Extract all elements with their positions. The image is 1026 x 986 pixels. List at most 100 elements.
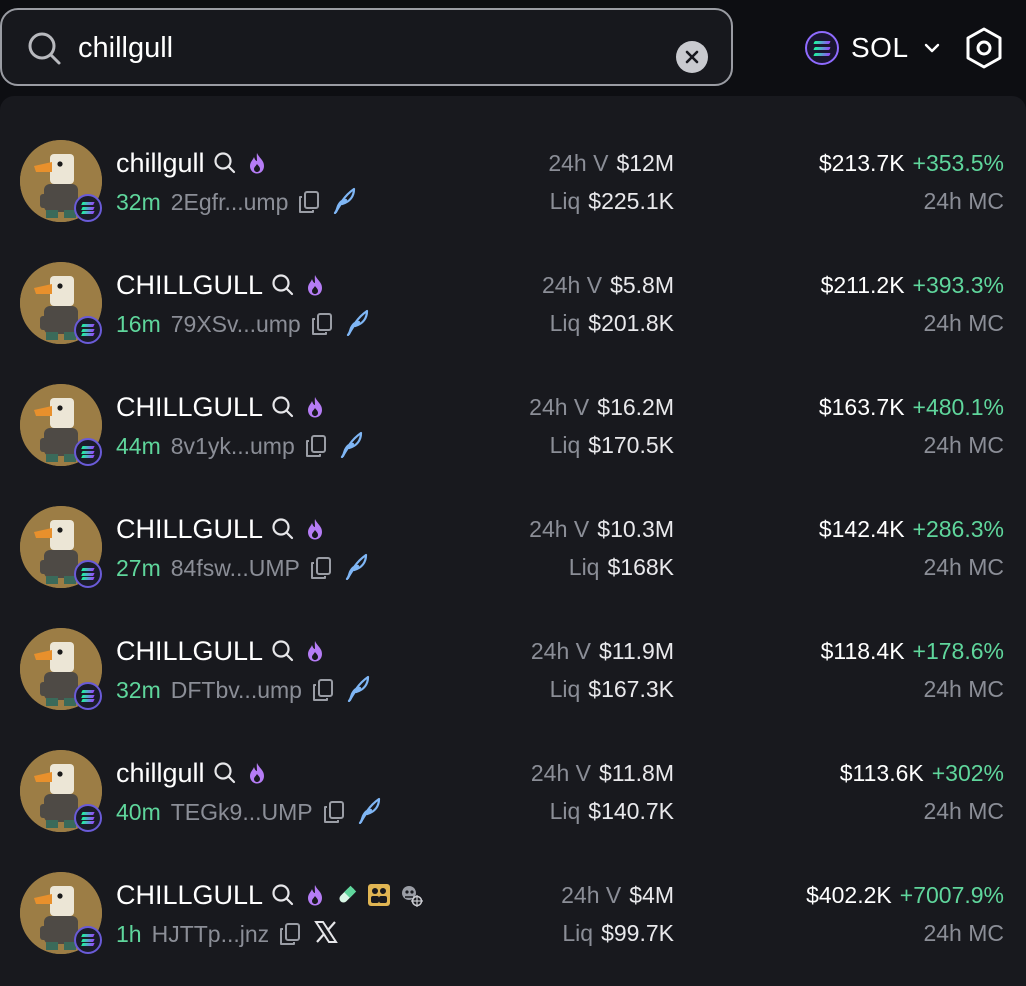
search-icon[interactable]: [271, 639, 295, 663]
solana-badge-icon: [74, 926, 102, 954]
market-cap-line: $118.4K +178.6%: [821, 636, 1004, 666]
social-link[interactable]: [327, 430, 365, 463]
result-row-1[interactable]: chillgull 32m 2Egfr...ump 24h V $12M Liq…: [0, 96, 1026, 222]
market-cap-line: $211.2K +393.3%: [821, 270, 1004, 300]
feather-icon[interactable]: [339, 430, 365, 458]
name-line: CHILLGULL: [116, 878, 424, 912]
result-row-2[interactable]: CHILLGULL 16m 79XSv...ump 24h V $5.8M Li…: [0, 218, 1026, 344]
chain-selector[interactable]: SOL: [805, 26, 941, 70]
search-icon[interactable]: [213, 151, 237, 175]
token-age: 16m: [116, 310, 161, 337]
market-cap-line: $163.7K +480.1%: [819, 392, 1004, 422]
feather-icon[interactable]: [345, 308, 371, 336]
token-age: 1h: [116, 920, 142, 947]
volume-line: 24h V $12M: [548, 148, 674, 178]
search-icon[interactable]: [271, 395, 295, 419]
chain-label: SOL: [851, 32, 909, 63]
result-row-6[interactable]: chillgull 40m TEGk9...UMP 24h V $11.8M L…: [0, 706, 1026, 832]
market-cap-line: $213.7K +353.5%: [819, 148, 1004, 178]
token-age: 44m: [116, 432, 161, 459]
token-name: chillgull: [116, 147, 205, 178]
change-percent: +302%: [931, 759, 1004, 786]
liquidity-value: $168K: [607, 553, 674, 580]
token-name: CHILLGULL: [116, 513, 264, 544]
search-icon[interactable]: [271, 883, 295, 907]
volume-value: $4M: [629, 881, 674, 908]
flame-icon: [308, 275, 323, 296]
copy-icon[interactable]: [305, 434, 327, 458]
liquidity-line: Liq $168K: [569, 552, 674, 582]
feather-icon[interactable]: [346, 674, 372, 702]
social-link[interactable]: [345, 796, 383, 829]
token-avatar-wrap: [0, 706, 110, 832]
token-age: 32m: [116, 188, 161, 215]
x-icon[interactable]: [313, 919, 339, 945]
market-cap-label: 24h MC: [923, 309, 1004, 336]
token-avatar-wrap: [0, 462, 110, 588]
copy-icon[interactable]: [312, 678, 334, 702]
volume-value: $10.3M: [597, 515, 674, 542]
token-avatar-wrap: [0, 218, 110, 344]
change-percent: +393.3%: [912, 271, 1004, 298]
copy-icon[interactable]: [323, 800, 345, 824]
social-link[interactable]: [320, 186, 358, 219]
search-icon: [28, 32, 61, 65]
sub-line: 16m 79XSv...ump: [116, 309, 371, 339]
search-icon[interactable]: [271, 517, 295, 541]
settings-icon[interactable]: [963, 26, 1005, 70]
sub-line: 32m 2Egfr...ump: [116, 187, 358, 217]
liquidity-value: $140.7K: [588, 797, 674, 824]
sniper-icon: [402, 886, 424, 907]
market-cap-label: 24h MC: [923, 675, 1004, 702]
result-row-3[interactable]: CHILLGULL 44m 8v1yk...ump 24h V $16.2M L…: [0, 340, 1026, 466]
search-icon[interactable]: [271, 273, 295, 297]
token-avatar-wrap: [0, 828, 110, 954]
social-link[interactable]: [334, 674, 372, 707]
clear-search-button[interactable]: [676, 41, 708, 73]
market-cap-value: $113.6K: [839, 759, 924, 786]
search-input[interactable]: [78, 28, 638, 68]
liquidity-label: Liq: [562, 919, 594, 946]
feather-icon[interactable]: [332, 186, 358, 214]
volume-value: $5.8M: [610, 271, 674, 298]
copy-icon[interactable]: [311, 312, 333, 336]
volume-label: 24h V: [561, 881, 622, 908]
token-avatar-wrap: [0, 584, 110, 710]
result-row-7[interactable]: CHILLGULL 1h HJTTp...jnz 24h V $4M Liq $…: [0, 828, 1026, 954]
copy-icon[interactable]: [298, 190, 320, 214]
pill-icon: [339, 885, 357, 903]
name-line: chillgull: [116, 756, 269, 790]
contract-address: 8v1yk...ump: [170, 432, 295, 459]
liquidity-line: Liq $225.1K: [550, 186, 674, 216]
result-row-4[interactable]: CHILLGULL 27m 84fsw...UMP 24h V $10.3M L…: [0, 462, 1026, 588]
liquidity-value: $201.8K: [588, 309, 674, 336]
volume-label: 24h V: [530, 759, 591, 786]
name-line: CHILLGULL: [116, 512, 327, 546]
volume-line: 24h V $16.2M: [529, 392, 674, 422]
liquidity-line: Liq $170.5K: [550, 430, 674, 460]
social-link[interactable]: [333, 308, 371, 341]
liquidity-value: $167.3K: [588, 675, 674, 702]
market-cap-label: 24h MC: [923, 553, 1004, 580]
liquidity-label: Liq: [549, 187, 581, 214]
token-name: CHILLGULL: [116, 269, 264, 300]
copy-icon[interactable]: [279, 922, 301, 946]
token-name: CHILLGULL: [116, 879, 264, 910]
search-icon[interactable]: [213, 761, 237, 785]
liquidity-line: Liq $167.3K: [550, 674, 674, 704]
copy-icon[interactable]: [310, 556, 332, 580]
search-box[interactable]: [0, 8, 733, 86]
token-name: CHILLGULL: [116, 635, 264, 666]
feather-icon[interactable]: [344, 552, 370, 580]
volume-value: $12M: [616, 149, 674, 176]
volume-line: 24h V $5.8M: [542, 270, 674, 300]
result-row-5[interactable]: CHILLGULL 32m DFTbv...ump 24h V $11.9M L…: [0, 584, 1026, 710]
volume-line: 24h V $11.8M: [531, 758, 674, 788]
market-cap-value: $163.7K: [818, 393, 905, 420]
social-link[interactable]: [301, 919, 339, 950]
feather-icon[interactable]: [357, 796, 383, 824]
social-link[interactable]: [332, 552, 370, 585]
volume-label: 24h V: [530, 637, 591, 664]
volume-label: 24h V: [541, 271, 603, 298]
volume-value: $11.8M: [598, 759, 674, 786]
